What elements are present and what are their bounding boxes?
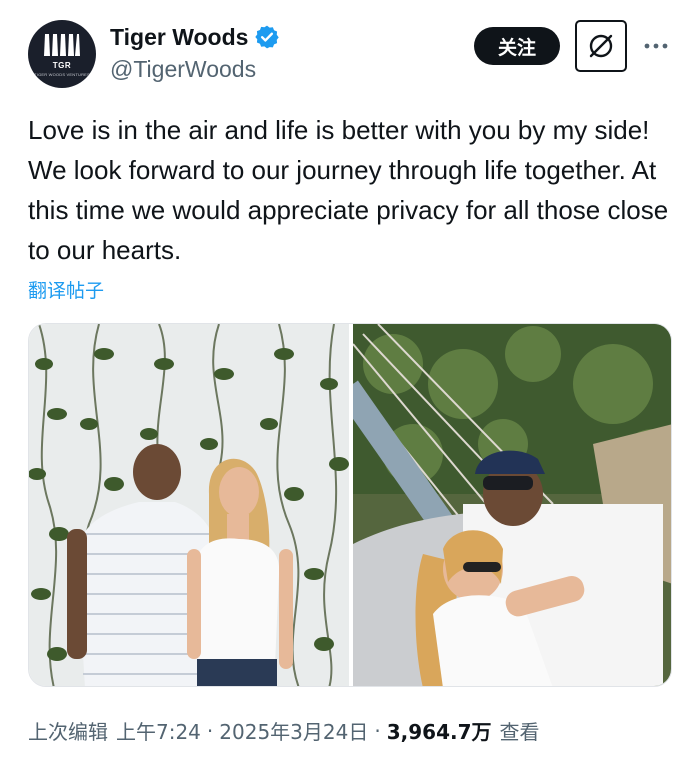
user-handle[interactable]: @TigerWoods (110, 56, 256, 83)
tweet-time[interactable]: 上午7:24 (116, 716, 201, 745)
avatar[interactable]: TGR TIGER WOODS VENTURES (28, 20, 96, 88)
grok-button[interactable] (575, 20, 627, 72)
name-row: Tiger Woods (110, 22, 280, 52)
tweet-text: Love is in the air and life is better wi… (28, 115, 669, 265)
verified-badge-icon (255, 25, 280, 49)
tweet-date[interactable]: 2025年3月24日 (219, 716, 368, 745)
photo-couple-ivy-wall[interactable] (29, 324, 349, 686)
more-button[interactable] (641, 34, 671, 58)
views-count: 3,964.7万 (386, 720, 492, 744)
grok-icon (589, 34, 613, 58)
meta-separator: · (374, 718, 381, 743)
media-grid (28, 323, 672, 687)
follow-button[interactable]: 关注 (474, 27, 560, 65)
tweet-header: TGR TIGER WOODS VENTURES Tiger Woods @Ti… (0, 0, 700, 100)
avatar-logo-subtext: TIGER WOODS VENTURES (34, 72, 90, 77)
photo-couple-hammock[interactable] (353, 324, 671, 686)
tweet-meta: 上次编辑 上午7:24 · 2025年3月24日 · 3,964.7万 查看 (28, 716, 540, 745)
translate-link[interactable]: 翻译帖子 (28, 276, 104, 303)
meta-separator: · (206, 718, 214, 743)
more-icon (644, 43, 668, 49)
display-name[interactable]: Tiger Woods (110, 24, 248, 51)
photo-ivy-wall-illustration (29, 324, 349, 686)
tgr-logo-icon (44, 34, 80, 56)
avatar-logo-text: TGR (52, 61, 72, 70)
views-label: 查看 (499, 720, 540, 744)
edited-label[interactable]: 上次编辑 (28, 716, 108, 745)
photo-hammock-illustration (353, 324, 671, 686)
